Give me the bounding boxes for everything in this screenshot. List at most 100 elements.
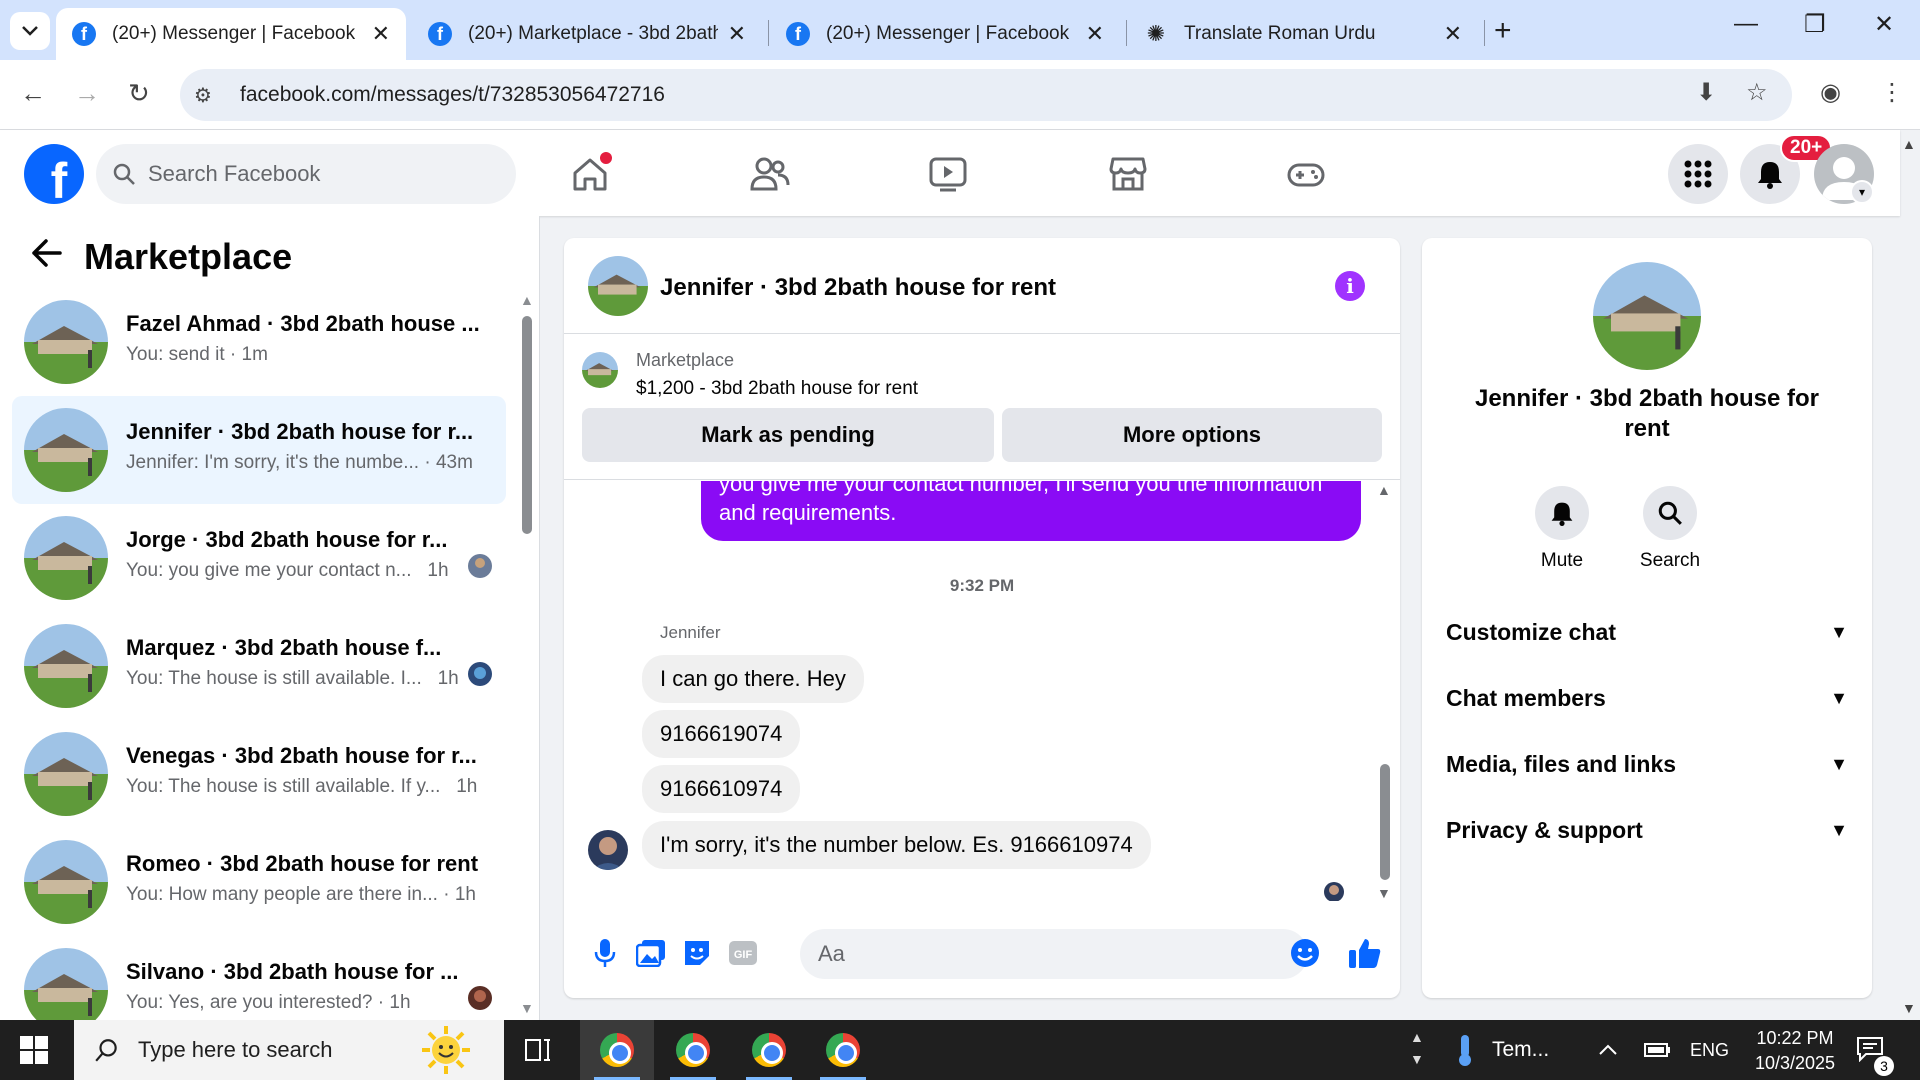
weather-widget[interactable]: Tem... [1454, 1020, 1549, 1080]
chat-avatar[interactable] [588, 256, 648, 316]
conversation-name: Marquez · 3bd 2bath house f... [126, 635, 442, 660]
page-scroll-down-icon[interactable]: ▼ [1902, 1000, 1916, 1016]
kebab-menu-icon[interactable]: ⋮ [1880, 78, 1904, 107]
snippet-text: You: How many people are there in... [126, 884, 438, 905]
page-scroll-up-icon[interactable]: ▲ [1902, 136, 1916, 152]
conversation-item[interactable]: Marquez · 3bd 2bath house f... You: The … [12, 612, 506, 720]
close-icon[interactable]: ✕ [372, 21, 390, 47]
conversation-item-active[interactable]: Jennifer · 3bd 2bath house for r... Jenn… [12, 396, 506, 504]
chat-scrollbar-thumb[interactable] [1380, 764, 1390, 880]
profile-icon[interactable]: ◉ [1820, 78, 1841, 107]
address-bar[interactable]: ⚙ facebook.com/messages/t/73285305647271… [180, 69, 1792, 121]
conversation-name: Romeo · 3bd 2bath house for rent [126, 851, 479, 876]
nav-home[interactable] [568, 152, 612, 196]
tab-separator [1484, 20, 1485, 46]
listing-title[interactable]: $1,200 - 3bd 2bath house for rent [636, 378, 918, 400]
emoji-icon[interactable] [1288, 936, 1322, 970]
customize-chat-row[interactable]: Customize chat ▼ [1446, 604, 1848, 660]
facebook-logo[interactable]: f [24, 144, 84, 204]
bell-icon [1758, 162, 1782, 189]
grid-menu-icon [1684, 160, 1712, 188]
chat-title[interactable]: Jennifer · 3bd 2bath house for rent [660, 274, 1056, 302]
facebook-search[interactable] [96, 144, 516, 204]
forward-arrow-icon[interactable]: → [74, 78, 100, 109]
listing-thumbnail[interactable] [582, 352, 618, 388]
close-icon[interactable]: ✕ [728, 21, 746, 47]
marketplace-listing-card: Marketplace $1,200 - 3bd 2bath house for… [564, 334, 1400, 480]
back-arrow-icon[interactable]: ← [20, 78, 46, 109]
left-scrollbar-thumb[interactable] [522, 316, 532, 534]
scroll-down-arrow-icon[interactable]: ▼ [520, 1000, 534, 1016]
mute-button[interactable]: Mute [1517, 486, 1607, 572]
url-text[interactable]: facebook.com/messages/t/732853056472716 [240, 83, 665, 107]
taskbar-chrome-2[interactable] [656, 1020, 730, 1080]
home-notification-dot [600, 152, 612, 164]
sticker-icon[interactable] [680, 936, 714, 970]
thumbs-up-icon[interactable] [1348, 936, 1382, 970]
browser-tab-1[interactable]: f (20+) Messenger | Facebook ✕ [56, 8, 406, 60]
conversation-item[interactable]: Romeo · 3bd 2bath house for rent You: Ho… [12, 828, 506, 936]
install-app-icon[interactable]: ⬇ [1696, 78, 1716, 107]
account-chevron-icon[interactable]: ▾ [1850, 180, 1874, 204]
browser-tab-3[interactable]: f (20+) Messenger | Facebook ✕ [770, 8, 1120, 60]
seen-avatar [468, 986, 492, 1010]
media-files-links-row[interactable]: Media, files and links ▼ [1446, 736, 1848, 792]
sun-icon[interactable] [408, 1024, 484, 1076]
nav-marketplace[interactable] [1106, 152, 1150, 196]
window-close-icon[interactable]: ✕ [1874, 10, 1894, 39]
new-tab-plus-icon[interactable]: + [1494, 14, 1512, 48]
conversation-item[interactable]: Venegas · 3bd 2bath house for r... You: … [12, 720, 506, 828]
privacy-support-row[interactable]: Privacy & support ▼ [1446, 802, 1848, 858]
photo-icon[interactable] [634, 936, 668, 970]
site-settings-icon[interactable]: ⚙ [194, 83, 230, 108]
reload-icon[interactable]: ↻ [128, 78, 150, 109]
section-label: Media, files and links [1446, 750, 1677, 777]
battery-icon[interactable] [1644, 1020, 1672, 1080]
menu-button[interactable] [1668, 144, 1728, 204]
conversation-item[interactable]: Silvano · 3bd 2bath house for ... You: Y… [12, 936, 506, 1020]
show-hidden-icons-chevron-icon[interactable] [1598, 1020, 1618, 1080]
nav-gaming[interactable] [1284, 152, 1328, 196]
nav-friends[interactable] [748, 152, 792, 196]
contact-avatar[interactable] [1593, 262, 1701, 370]
input-language[interactable]: ENG [1690, 1020, 1729, 1080]
conversation-item[interactable]: Jorge · 3bd 2bath house for r... You: yo… [12, 504, 506, 612]
restore-icon[interactable]: ❐ [1804, 10, 1826, 39]
incoming-message: 9166619074 [642, 710, 801, 758]
conversation-snippet: You: How many people are there in... · 1… [126, 884, 476, 906]
facebook-search-input[interactable] [148, 161, 488, 187]
tab-title: (20+) Messenger | Facebook [112, 23, 356, 44]
browser-tab-2[interactable]: f (20+) Marketplace - 3bd 2bath ✕ [412, 8, 762, 60]
scroll-up-arrow-icon[interactable]: ▲ [520, 292, 534, 308]
scroll-up-arrow-icon[interactable]: ▲ [1377, 482, 1391, 498]
scroll-down-arrow-icon[interactable]: ▼ [1377, 885, 1391, 901]
microphone-icon[interactable] [588, 936, 622, 970]
task-view-icon[interactable] [524, 1036, 552, 1069]
close-icon[interactable]: ✕ [1086, 21, 1104, 47]
system-clock[interactable]: 10:22 PM 10/3/2025 [1740, 1026, 1850, 1076]
tab-search-button[interactable] [10, 12, 50, 50]
browser-tab-4[interactable]: ✺ Translate Roman Urdu ✕ [1128, 8, 1478, 60]
close-icon[interactable]: ✕ [1444, 21, 1462, 47]
back-arrow-icon[interactable] [30, 238, 64, 273]
conversation-name: Jennifer · 3bd 2bath house for r... [126, 419, 474, 444]
minimize-icon[interactable]: — [1734, 10, 1758, 38]
nav-video[interactable] [926, 152, 970, 196]
taskbar-chrome-1[interactable] [580, 1020, 654, 1080]
chrome-icon [676, 1033, 710, 1067]
more-options-button[interactable]: More options [1002, 408, 1382, 462]
chat-members-row[interactable]: Chat members ▼ [1446, 670, 1848, 726]
message-input[interactable] [800, 929, 1308, 979]
windows-start-icon[interactable] [20, 1036, 48, 1069]
listing-thumbnail [24, 732, 108, 816]
info-icon[interactable]: i [1335, 271, 1365, 301]
sender-avatar[interactable] [588, 830, 628, 870]
taskbar-chrome-4[interactable] [806, 1020, 880, 1080]
taskbar-chrome-3[interactable] [732, 1020, 806, 1080]
conversation-item[interactable]: Fazel Ahmad · 3bd 2bath house ... You: s… [12, 288, 506, 396]
search-in-conversation-button[interactable]: Search [1625, 486, 1715, 572]
mark-as-pending-button[interactable]: Mark as pending [582, 408, 994, 462]
taskbar-scroll-icon[interactable]: ▲ ▼ [1410, 1026, 1424, 1070]
bookmark-star-icon[interactable]: ☆ [1746, 78, 1768, 107]
gif-icon[interactable]: GIF [726, 936, 760, 970]
